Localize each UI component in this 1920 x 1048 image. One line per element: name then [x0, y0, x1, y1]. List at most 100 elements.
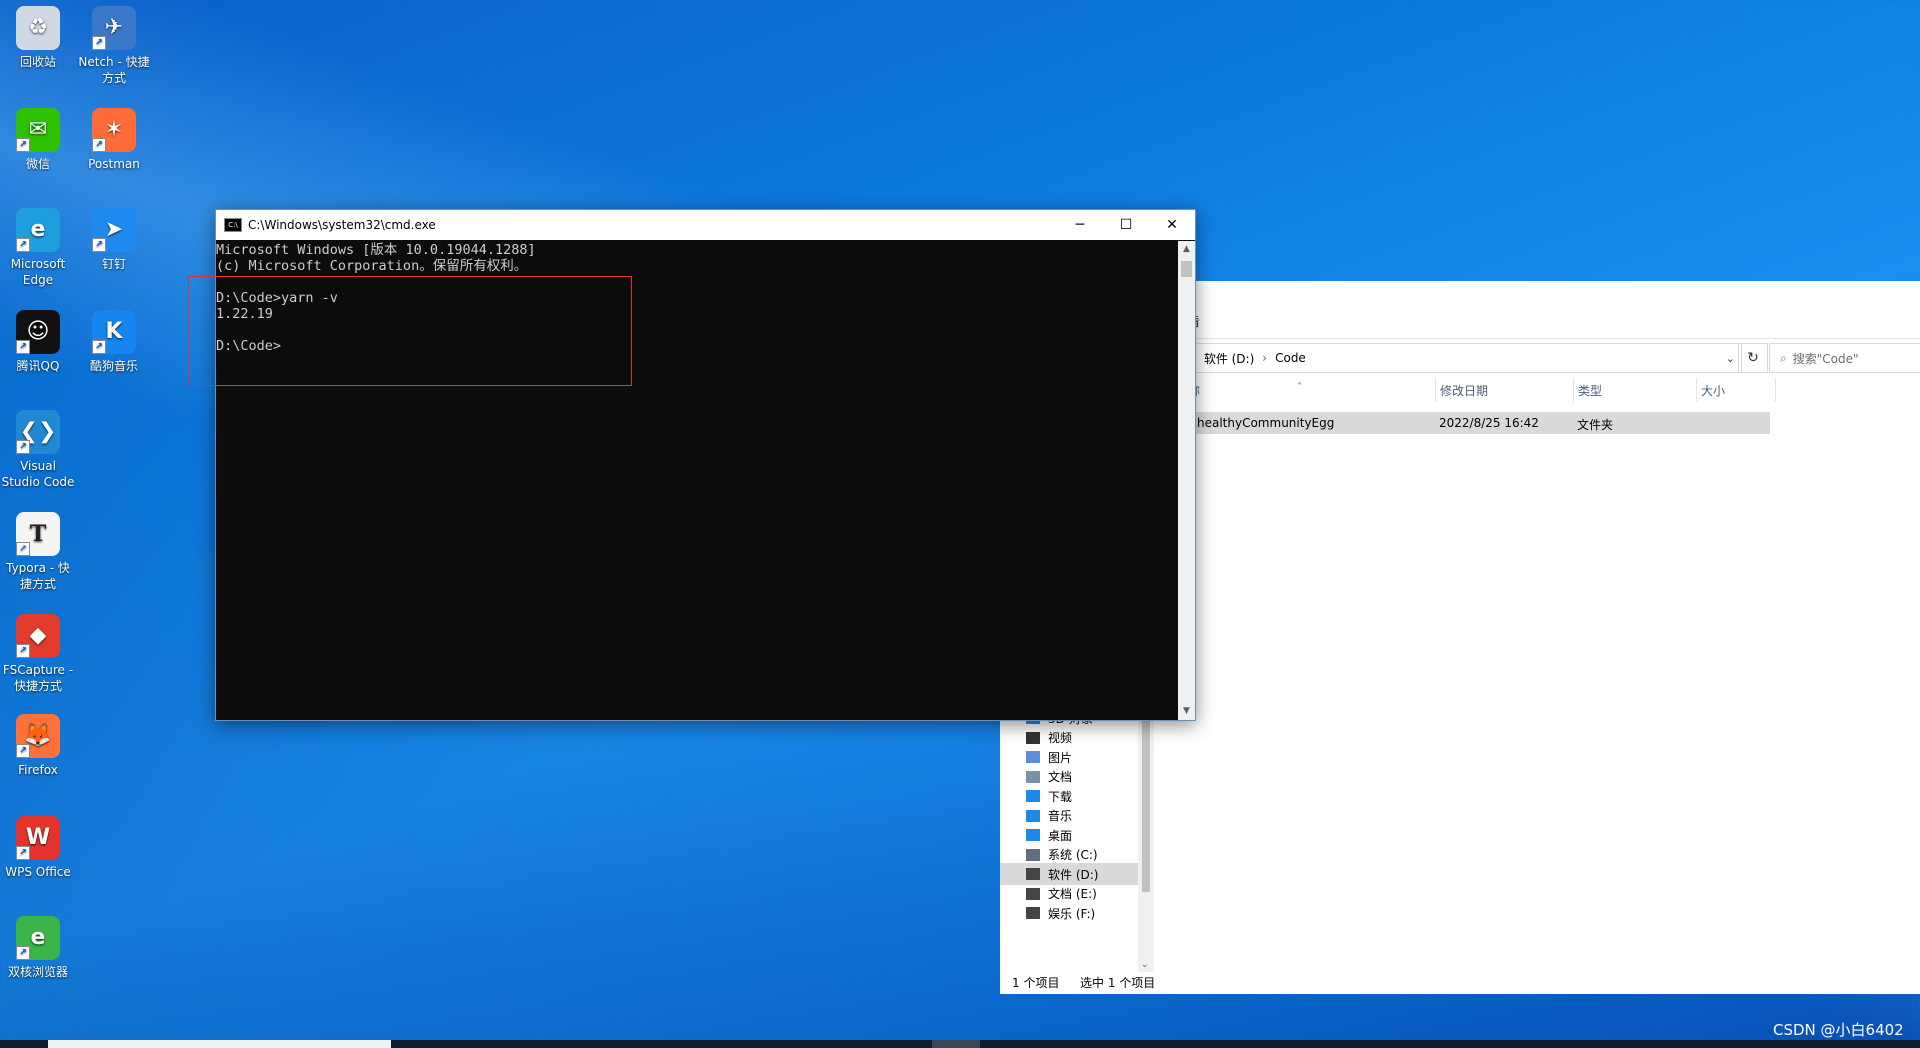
desktop-icon[interactable]: ✶ ↗ Postman [76, 108, 152, 172]
netch-icon: ✈ ↗ [92, 6, 136, 50]
annotation-highlight-box [188, 276, 632, 386]
nav-item[interactable]: 娱乐 (F:) [1026, 903, 1095, 923]
kugou-icon: K ↗ [92, 310, 136, 354]
nav-item[interactable]: 音乐 [1026, 806, 1072, 826]
search-input[interactable]: ⌕ 搜索"Code" [1769, 343, 1920, 373]
desktop-icon[interactable]: ◆ ↗ FSCapture - 快捷方式 [0, 614, 76, 694]
shortcut-arrow-icon: ↗ [16, 644, 30, 658]
activate-windows-watermark: 激活 Windows 转到"设置"以激活 Windows。 [1630, 943, 1822, 994]
minimize-button[interactable]: ─ [1057, 210, 1103, 240]
desktop-icon[interactable]: ➤ ↗ 钉钉 [76, 208, 152, 272]
folder-icon [1026, 868, 1040, 880]
folder-icon [1026, 848, 1040, 861]
desktop-icon[interactable]: 🦊 ↗ Firefox [0, 714, 76, 778]
chevron-down-icon[interactable]: ⌄ [1726, 352, 1735, 365]
shortcut-arrow-icon: ↗ [16, 744, 30, 758]
column-type-label: 类型 [1578, 383, 1603, 398]
taskbar[interactable] [0, 1040, 1920, 1048]
console-scrollbar[interactable]: ▲ ▼ [1178, 241, 1195, 720]
status-selected: 选中 1 个项目 [1080, 976, 1156, 990]
shortcut-arrow-icon: ↗ [16, 238, 30, 252]
desktop-icon[interactable]: K ↗ 酷狗音乐 [76, 310, 152, 374]
desktop-icon-label: Visual Studio Code [1, 459, 75, 489]
watermark-subtitle: 转到"设置"以激活 Windows。 [1630, 977, 1822, 993]
desktop-icon[interactable]: ♻ 回收站 [0, 6, 76, 70]
nav-item-label: 音乐 [1048, 809, 1073, 823]
status-item-count: 1 个项目 [1012, 976, 1060, 990]
column-header-size[interactable]: 大小 [1696, 378, 1776, 402]
vscode-icon: ❮❯ ↗ [16, 410, 60, 454]
desktop-icon-label: 回收站 [19, 55, 56, 69]
address-sep: › [1262, 351, 1268, 365]
desktop-icon[interactable]: W ↗ WPS Office [0, 816, 76, 880]
chevron-down-icon[interactable]: ⌄ [1141, 960, 1149, 970]
wechat-icon: ✉ ↗ [16, 108, 60, 152]
recycle-bin-icon: ♻ [16, 6, 60, 50]
nav-scrollbar-thumb[interactable] [1142, 712, 1150, 892]
desktop-icon-label: Netch - 快捷 方式 [78, 55, 150, 85]
address-bar[interactable]: › 软件 (D:) › Code ⌄ [1188, 343, 1742, 373]
desktop-icon[interactable]: ❮❯ ↗ Visual Studio Code [0, 410, 76, 490]
nav-item-label: 桌面 [1048, 828, 1073, 843]
desktop-icon[interactable]: ✈ ↗ Netch - 快捷 方式 [76, 6, 152, 86]
nav-item[interactable]: 视频 [1026, 728, 1072, 748]
maximize-button[interactable]: ☐ [1103, 210, 1149, 240]
nav-item-label: 娱乐 (F:) [1048, 906, 1096, 921]
qq-icon: ☺ ↗ [16, 310, 60, 354]
taskbar-app-button[interactable] [932, 1040, 980, 1048]
column-header-date[interactable]: 修改日期 [1435, 378, 1488, 402]
taskbar-search-box[interactable] [48, 1040, 391, 1048]
nav-item-label: 文档 [1048, 770, 1073, 784]
scrollbar-thumb[interactable] [1181, 261, 1192, 277]
desktop-icon[interactable]: e ↗ 双核浏览器 [0, 916, 76, 980]
close-button[interactable]: ✕ [1149, 210, 1195, 240]
shortcut-arrow-icon: ↗ [92, 340, 106, 354]
nav-item[interactable]: 文档 [1026, 767, 1072, 787]
nav-item[interactable]: 桌面 [1026, 825, 1072, 845]
nav-item[interactable]: 软件 (D:) [1026, 864, 1098, 884]
cmd-titlebar[interactable]: C:\ C:\Windows\system32\cmd.exe ─ ☐ ✕ [216, 210, 1195, 240]
folder-icon [1026, 887, 1040, 900]
folder-icon [1026, 731, 1040, 744]
nav-item-label: 图片 [1048, 750, 1073, 765]
nav-item[interactable]: 图片 [1026, 747, 1072, 767]
column-size-label: 大小 [1701, 383, 1726, 398]
edge-icon: e ↗ [16, 208, 60, 252]
navigation-pane: 3D 对象视频图片文档下载音乐桌面系统 (C:)软件 (D:)文档 (E:)娱乐… [1000, 712, 1154, 972]
desktop-icon[interactable]: e ↗ Microsoft Edge [0, 208, 76, 288]
nav-item[interactable]: 下载 [1026, 786, 1072, 806]
folder-icon [1026, 907, 1040, 919]
nav-scrollbar[interactable]: ⌄ [1138, 712, 1154, 972]
csdn-watermark: CSDN @小白6402 [1773, 1021, 1904, 1039]
cmd-app-icon: C:\ [224, 218, 242, 232]
scroll-up-icon[interactable]: ▲ [1178, 241, 1195, 258]
desktop-icon[interactable]: ✉ ↗ 微信 [0, 108, 76, 172]
nav-item-label: 系统 (C:) [1048, 848, 1098, 862]
postman-icon: ✶ ↗ [92, 108, 136, 152]
folder-icon [1026, 790, 1040, 802]
nav-item[interactable]: 系统 (C:) [1026, 845, 1098, 865]
address-crumb-drive[interactable]: 软件 (D:) [1204, 350, 1254, 367]
nav-item[interactable]: 文档 (E:) [1026, 884, 1097, 904]
file-date: 2022/8/25 16:42 [1439, 416, 1539, 430]
desktop-icon-label: 微信 [25, 157, 50, 171]
typora-icon: T ↗ [16, 512, 60, 556]
desktop-icon-label: 钉钉 [101, 257, 126, 271]
scroll-down-icon[interactable]: ▼ [1178, 703, 1195, 720]
desktop-icon[interactable]: T ↗ Typora - 快 捷方式 [0, 512, 76, 592]
nav-item-label: 下载 [1048, 789, 1073, 804]
search-placeholder: 搜索"Code" [1792, 351, 1859, 366]
address-crumb-folder[interactable]: Code [1275, 351, 1306, 365]
column-header-type[interactable]: 类型 [1573, 378, 1602, 402]
desktop-icon-label: 酷狗音乐 [89, 359, 138, 373]
desktop-icon[interactable]: ☺ ↗ 腾讯QQ [0, 310, 76, 374]
shortcut-arrow-icon: ↗ [16, 846, 30, 860]
folder-icon [1026, 770, 1040, 783]
watermark-title: 激活 Windows [1630, 947, 1766, 971]
shortcut-arrow-icon: ↗ [16, 542, 30, 556]
table-row[interactable]: healthyCommunityEgg 2022/8/25 16:42 文件夹 [1188, 412, 1770, 434]
refresh-icon[interactable]: ↻ [1738, 343, 1768, 373]
shortcut-arrow-icon: ↗ [92, 238, 106, 252]
desktop-icon-label: Typora - 快 捷方式 [6, 561, 70, 591]
shortcut-arrow-icon: ↗ [16, 946, 30, 960]
